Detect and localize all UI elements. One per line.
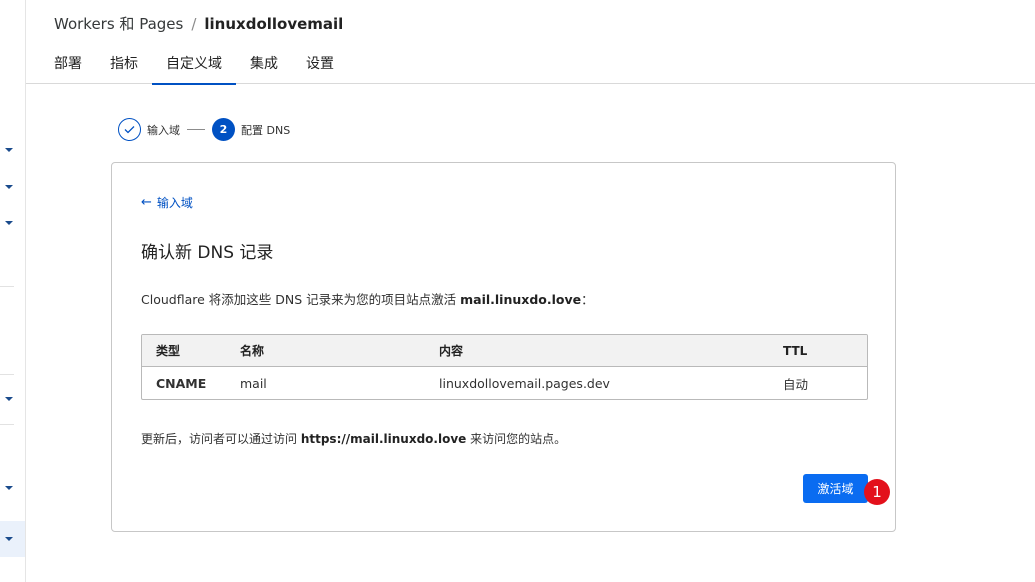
step-2-number: 2 — [212, 118, 235, 141]
tab-metrics[interactable]: 指标 — [96, 44, 152, 84]
breadcrumb-separator: / — [191, 14, 197, 33]
back-link[interactable]: ← 输入域 — [141, 194, 193, 211]
header-type: 类型 — [156, 344, 181, 358]
sidebar-divider — [0, 424, 14, 425]
header-content: 内容 — [439, 344, 464, 358]
tab-settings[interactable]: 设置 — [292, 44, 348, 84]
header-ttl: TTL — [783, 343, 808, 358]
page-header: Workers 和 Pages / linuxdollovemail 部署 指标… — [26, 0, 1035, 85]
record-name: mail — [240, 375, 267, 391]
stepper: 输入域 2 配置 DNS — [118, 118, 290, 141]
tab-deployments[interactable]: 部署 — [40, 44, 96, 84]
sidebar-expand-icon[interactable] — [5, 486, 13, 490]
tab-bar: 部署 指标 自定义域 集成 设置 — [40, 44, 348, 85]
annotation-marker: 1 — [864, 479, 890, 505]
desc-suffix: ： — [581, 292, 594, 307]
sidebar-expand-icon[interactable] — [5, 221, 13, 225]
note-url: https://mail.linuxdo.love — [300, 432, 467, 446]
record-type: CNAME — [156, 375, 207, 391]
update-note: 更新后，访问者可以通过访问 https://mail.linuxdo.love … — [141, 430, 566, 447]
card-title: 确认新 DNS 记录 — [141, 243, 274, 263]
card-description: Cloudflare 将添加这些 DNS 记录来为您的项目站点激活 mail.l… — [141, 289, 594, 308]
breadcrumb-current: linuxdollovemail — [204, 14, 344, 33]
arrow-left-icon: ← — [141, 195, 152, 210]
activate-domain-button[interactable]: 激活域 — [803, 474, 868, 503]
confirm-dns-card: ← 输入域 确认新 DNS 记录 Cloudflare 将添加这些 DNS 记录… — [111, 162, 896, 532]
record-content: linuxdollovemail.pages.dev — [439, 375, 610, 391]
desc-domain: mail.linuxdo.love — [460, 292, 582, 307]
note-prefix: 更新后，访问者可以通过访问 — [141, 432, 301, 446]
sidebar-expand-icon[interactable] — [5, 537, 13, 541]
back-link-label: 输入域 — [156, 196, 193, 210]
sidebar-expand-icon[interactable] — [5, 148, 13, 152]
header-name: 名称 — [240, 344, 265, 358]
sidebar-divider — [0, 374, 14, 375]
desc-prefix: Cloudflare 将添加这些 DNS 记录来为您的项目站点激活 — [141, 292, 461, 307]
tab-custom-domains[interactable]: 自定义域 — [152, 44, 236, 85]
tab-integrations[interactable]: 集成 — [236, 44, 292, 84]
breadcrumb: Workers 和 Pages / linuxdollovemail — [54, 13, 343, 34]
record-ttl: 自动 — [783, 376, 809, 392]
breadcrumb-parent-link[interactable]: Workers 和 Pages — [54, 13, 183, 34]
sidebar — [0, 0, 26, 582]
sidebar-divider — [0, 286, 14, 287]
table-header-row: 类型 名称 内容 TTL — [142, 335, 867, 367]
step-1-label: 输入域 — [147, 123, 180, 137]
step-2-label: 配置 DNS — [241, 123, 291, 137]
sidebar-expand-icon[interactable] — [5, 185, 13, 189]
step-complete-icon — [118, 118, 141, 141]
table-row: CNAME mail linuxdollovemail.pages.dev 自动 — [142, 367, 867, 399]
step-connector — [187, 129, 205, 130]
note-suffix: 来访问您的站点。 — [466, 432, 567, 446]
dns-records-table: 类型 名称 内容 TTL CNAME mail linuxdollovemail… — [141, 334, 868, 400]
sidebar-expand-icon[interactable] — [5, 397, 13, 401]
